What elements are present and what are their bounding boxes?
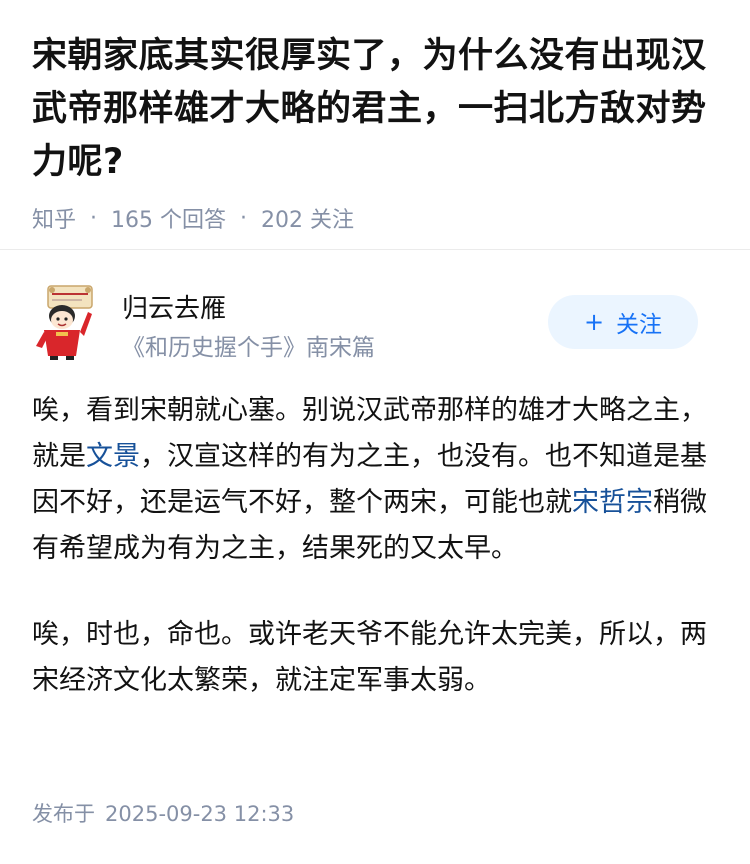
question-title[interactable]: 宋朝家底其实很厚实了，为什么没有出现汉武帝那样雄才大略的君主，一扫北方敌对势力呢… [32, 30, 718, 189]
separator-dot: · [240, 205, 248, 231]
followers-count[interactable]: 202 关注 [261, 202, 354, 234]
publish-time: 2025-09-23 12:33 [105, 802, 295, 826]
section-divider [0, 249, 750, 250]
plus-icon: + [583, 308, 605, 336]
author-bio: 《和历史握个手》南宋篇 [122, 335, 375, 361]
separator-dot: · [90, 205, 98, 231]
cartoon-avatar-icon [36, 285, 93, 360]
followers-count-label: 关注 [310, 208, 355, 233]
follow-button[interactable]: + 关注 [548, 295, 698, 349]
publish-label: 发布于 [32, 802, 95, 826]
question-meta: 知乎 · 165 个回答 · 202 关注 [32, 202, 718, 234]
link-song-zhezong[interactable]: 宋哲宗 [572, 487, 653, 518]
followers-count-value: 202 [261, 208, 304, 233]
answer-paragraph: 唉，看到宋朝就心塞。别说汉武帝那样的雄才大略之主，就是文景，汉宣这样的有为之主，… [32, 388, 730, 572]
follow-button-label: 关注 [616, 312, 663, 338]
answers-count-value: 165 [111, 208, 154, 233]
question-header: 宋朝家底其实很厚实了，为什么没有出现汉武帝那样雄才大略的君主，一扫北方敌对势力呢… [0, 0, 750, 233]
link-wenjing[interactable]: 文景 [86, 441, 140, 472]
answers-count-label: 个回答 [160, 208, 227, 233]
author-avatar[interactable] [32, 282, 104, 362]
source-label[interactable]: 知乎 [32, 202, 76, 234]
author-name[interactable]: 归云去雁 [122, 288, 226, 325]
answers-count[interactable]: 165 个回答 [111, 202, 226, 234]
author-row: 归云去雁 《和历史握个手》南宋篇 + 关注 [32, 280, 698, 368]
publish-info: 发布于 2025-09-23 12:33 [32, 798, 294, 828]
answer-paragraph: 唉，时也，命也。或许老天爷不能允许太完美，所以，两宋经济文化太繁荣，就注定军事太… [32, 612, 730, 704]
answer-text: 唉，时也，命也。或许老天爷不能允许太完美，所以，两宋经济文化太繁荣，就注定军事太… [32, 619, 707, 696]
answer-content: 唉，看到宋朝就心塞。别说汉武帝那样的雄才大略之主，就是文景，汉宣这样的有为之主，… [32, 388, 730, 744]
